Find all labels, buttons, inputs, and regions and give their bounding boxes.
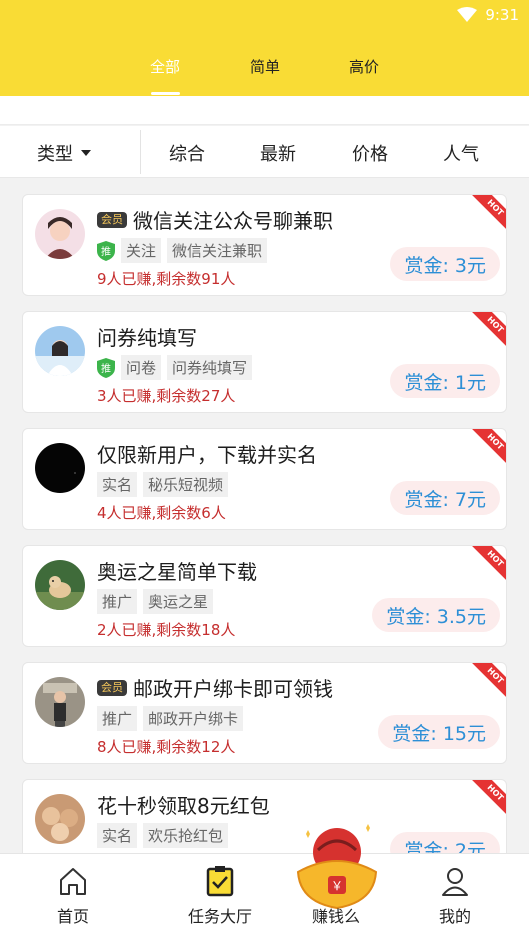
task-tag: 邮政开户绑卡	[143, 706, 244, 731]
reward-badge: 赏金: 15元	[378, 715, 500, 749]
hot-ribbon: HOT	[465, 663, 506, 706]
task-title: 问券纯填写	[97, 326, 197, 350]
task-title: 仅限新用户，下载并实名	[97, 443, 317, 467]
task-tag: 秘乐短视频	[143, 472, 229, 497]
hot-ribbon: HOT	[465, 312, 506, 355]
gold-ingot-icon[interactable]: ￥	[294, 820, 380, 910]
reward-badge: 赏金: 3元	[390, 247, 500, 281]
nav-profile-label: 我的	[438, 907, 471, 926]
sort-latest[interactable]: 最新	[260, 140, 296, 166]
sort-popularity[interactable]: 人气	[443, 140, 479, 166]
avatar	[35, 443, 85, 493]
task-title: 邮政开户绑卡即可领钱	[133, 677, 333, 701]
tab-all[interactable]: 全部	[150, 56, 180, 77]
home-icon	[60, 868, 86, 895]
sort-comprehensive[interactable]: 综合	[169, 140, 205, 166]
avatar	[35, 209, 85, 259]
hot-ribbon: HOT	[465, 195, 506, 238]
nav-task-hall-label: 任务大厅	[187, 907, 252, 926]
nav-task-hall[interactable]: 任务大厅	[175, 864, 265, 927]
svg-text:推: 推	[101, 245, 111, 258]
active-tab-indicator	[151, 92, 180, 95]
status-time: 9:31	[485, 6, 519, 24]
task-stats: 2人已赚,剩余数18人	[97, 621, 236, 639]
svg-text:￥: ￥	[331, 879, 343, 893]
hot-ribbon: HOT	[465, 546, 506, 589]
recommend-shield-icon: 推	[97, 240, 115, 261]
nav-home-label: 首页	[56, 907, 89, 926]
task-card[interactable]: 会员 微信关注公众号聊兼职 推 关注 微信关注兼职 9人已赚,剩余数91人 赏金…	[22, 194, 507, 296]
avatar	[35, 677, 85, 727]
task-tag: 推广	[97, 589, 138, 614]
nav-profile[interactable]: 我的	[410, 864, 500, 927]
task-tag: 问券纯填写	[167, 355, 253, 380]
vip-badge: 会员	[97, 211, 127, 228]
tab-high-price[interactable]: 高价	[349, 56, 379, 77]
avatar	[35, 560, 85, 610]
task-card[interactable]: 奥运之星简单下载 推广 奥运之星 2人已赚,剩余数18人 赏金: 3.5元 HO…	[22, 545, 507, 647]
tab-simple[interactable]: 简单	[250, 56, 280, 77]
task-tag: 关注	[121, 238, 162, 263]
task-card[interactable]: 会员 邮政开户绑卡即可领钱 推广 邮政开户绑卡 8人已赚,剩余数12人 赏金: …	[22, 662, 507, 764]
task-clipboard-icon	[206, 866, 234, 897]
reward-badge: 赏金: 2元	[390, 832, 500, 853]
task-stats: 4人已赚,剩余数6人	[97, 504, 226, 522]
reward-badge: 赏金: 7元	[390, 481, 500, 515]
nav-earn-label[interactable]: 赚钱么	[312, 903, 360, 927]
task-tag: 微信关注兼职	[167, 238, 268, 263]
reward-badge: 赏金: 1元	[390, 364, 500, 398]
svg-text:推: 推	[101, 362, 111, 375]
task-tag: 问卷	[121, 355, 162, 380]
task-tag: 实名	[97, 472, 138, 497]
task-title: 花十秒领取8元红包	[97, 794, 270, 818]
type-filter-label: 类型	[37, 144, 73, 165]
wifi-icon	[457, 7, 478, 22]
task-list: 会员 微信关注公众号聊兼职 推 关注 微信关注兼职 9人已赚,剩余数91人 赏金…	[0, 178, 529, 853]
filter-divider	[140, 130, 141, 174]
task-tag: 奥运之星	[143, 589, 214, 614]
sort-price[interactable]: 价格	[352, 140, 388, 166]
task-tag: 欢乐抢红包	[143, 823, 229, 848]
hot-ribbon: HOT	[465, 780, 506, 823]
task-tag: 实名	[97, 823, 138, 848]
hot-ribbon: HOT	[465, 429, 506, 472]
avatar	[35, 794, 85, 844]
header-spacer	[0, 96, 529, 125]
task-title: 奥运之星简单下载	[97, 560, 257, 584]
top-header: 9:31 全部 简单 高价	[0, 0, 529, 96]
type-filter-dropdown[interactable]: 类型	[37, 140, 91, 166]
vip-badge: 会员	[97, 679, 127, 696]
profile-icon	[442, 868, 468, 896]
task-stats: 9人已赚,剩余数91人	[97, 270, 236, 288]
task-tag: 推广	[97, 706, 138, 731]
nav-home[interactable]: 首页	[28, 864, 118, 927]
task-stats: 3人已赚,剩余数27人	[97, 387, 236, 405]
task-card[interactable]: 问券纯填写 推 问卷 问券纯填写 3人已赚,剩余数27人 赏金: 1元 HOT	[22, 311, 507, 413]
task-title: 微信关注公众号聊兼职	[133, 209, 333, 233]
reward-badge: 赏金: 3.5元	[372, 598, 500, 632]
bottom-nav: 首页 任务大厅 我的	[0, 853, 529, 941]
task-card[interactable]: 仅限新用户，下载并实名 实名 秘乐短视频 4人已赚,剩余数6人 赏金: 7元 H…	[22, 428, 507, 530]
category-tabs: 全部 简单 高价	[0, 56, 529, 96]
avatar	[35, 326, 85, 376]
filter-bar: 类型 综合 最新 价格 人气	[0, 126, 529, 178]
status-bar: 9:31	[457, 4, 519, 26]
task-stats: 8人已赚,剩余数12人	[97, 738, 236, 756]
recommend-shield-icon: 推	[97, 357, 115, 378]
task-card[interactable]: 花十秒领取8元红包 实名 欢乐抢红包 赏金: 2元 HOT	[22, 779, 507, 853]
caret-down-icon	[81, 150, 91, 156]
